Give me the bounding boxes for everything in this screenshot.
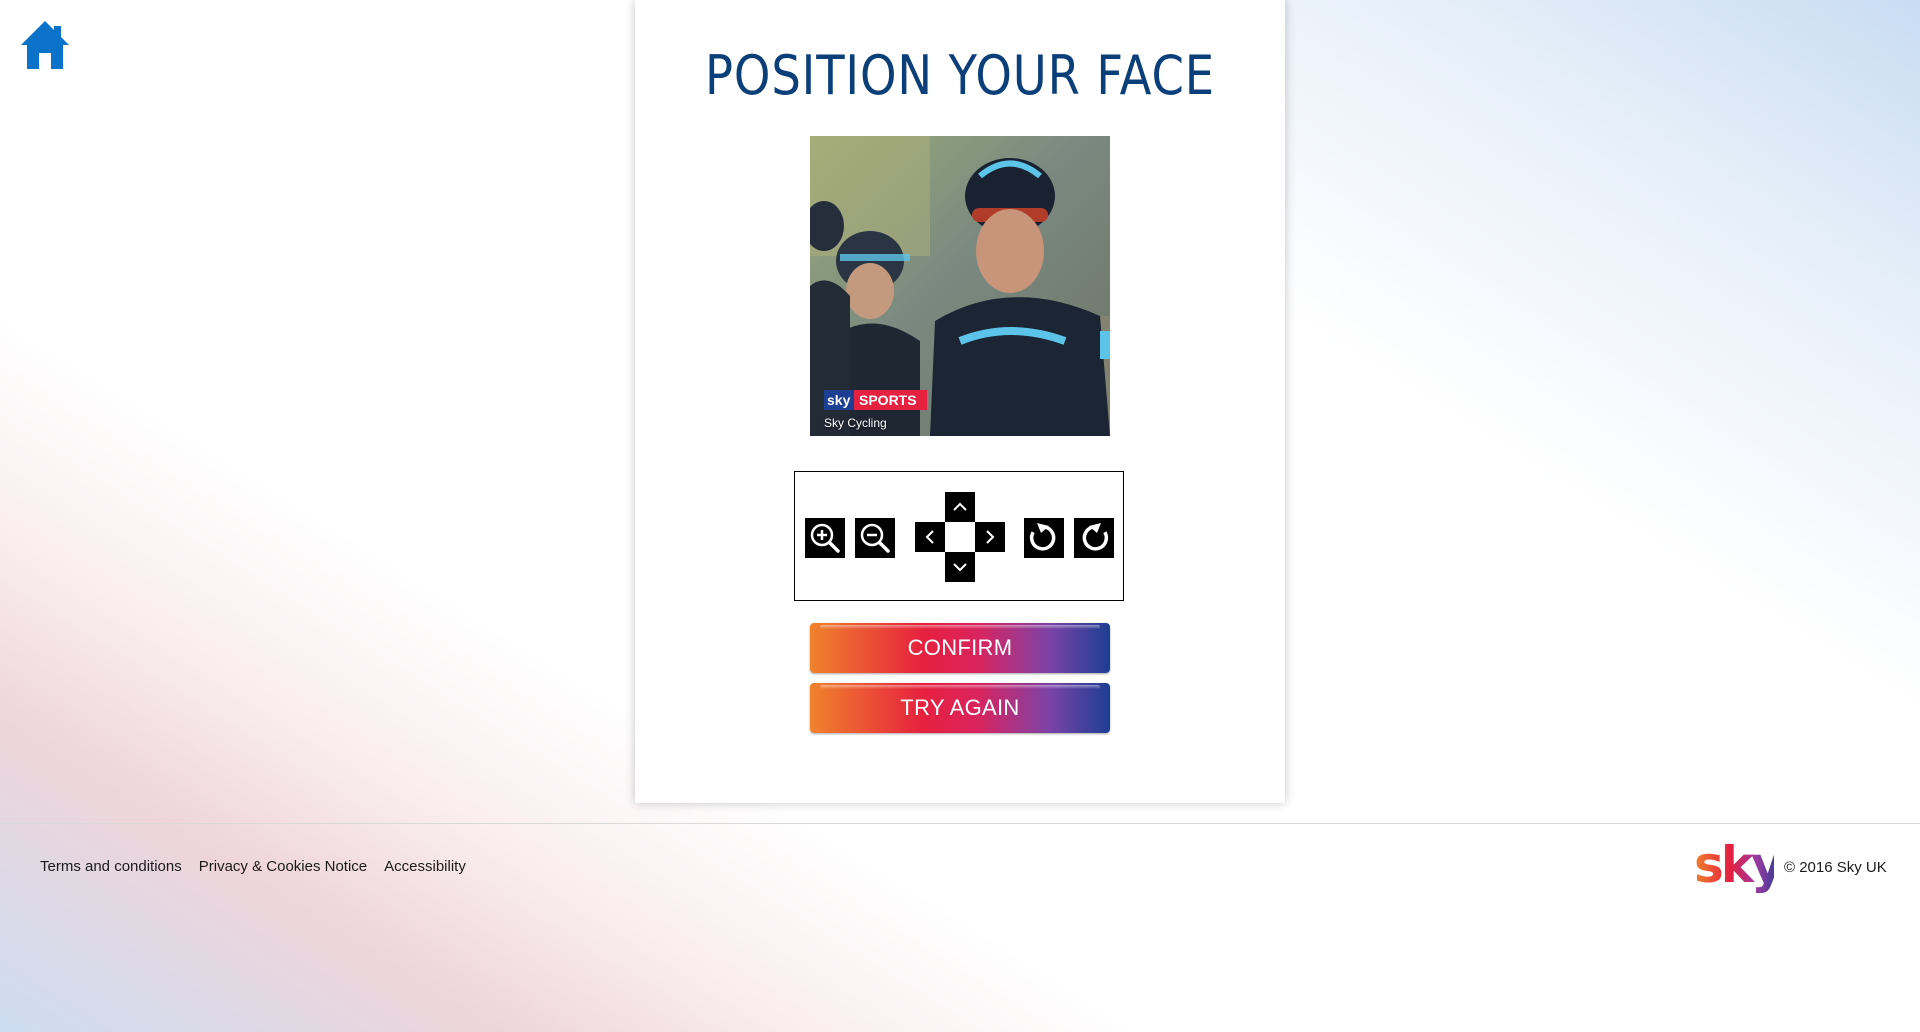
accessibility-link[interactable]: Accessibility [384, 858, 466, 875]
zoom-out-button[interactable] [855, 518, 895, 558]
confirm-button-label: CONFIRM [907, 635, 1013, 660]
chevron-up-icon [953, 502, 967, 511]
footer-divider [0, 823, 1920, 824]
move-up-button[interactable] [945, 492, 975, 522]
sky-logo: sky [1694, 842, 1774, 894]
chevron-right-icon [986, 530, 995, 544]
try-again-button[interactable]: TRY AGAIN [810, 683, 1110, 733]
svg-text:sky: sky [827, 392, 851, 408]
zoom-in-button[interactable] [805, 518, 845, 558]
rotate-right-icon [1082, 523, 1109, 551]
zoom-out-icon [860, 523, 890, 553]
home-button[interactable] [20, 20, 70, 70]
watermark-caption: Sky Cycling [824, 416, 887, 430]
chevron-down-icon [953, 563, 967, 572]
terms-link[interactable]: Terms and conditions [40, 858, 182, 875]
home-icon [21, 21, 69, 69]
rotate-right-button[interactable] [1074, 518, 1114, 558]
svg-text:SPORTS: SPORTS [859, 392, 917, 408]
confirm-button[interactable]: CONFIRM [810, 623, 1110, 673]
rotate-left-icon [1029, 523, 1056, 551]
copyright-text: © 2016 Sky UK [1784, 859, 1887, 876]
move-right-button[interactable] [975, 522, 1005, 552]
privacy-link[interactable]: Privacy & Cookies Notice [199, 858, 367, 875]
face-position-panel: POSITION YOUR FACE sky SPORTS Sky Cyclin… [635, 0, 1285, 803]
sky-sports-logo: sky SPORTS [824, 390, 927, 410]
image-controls [794, 471, 1124, 601]
footer-links: Terms and conditions Privacy & Cookies No… [40, 858, 483, 875]
move-left-button[interactable] [915, 522, 945, 552]
page-title: POSITION YOUR FACE [705, 44, 1215, 107]
try-again-button-label: TRY AGAIN [900, 695, 1020, 720]
zoom-in-icon [810, 523, 840, 553]
rotate-left-button[interactable] [1024, 518, 1064, 558]
face-photo[interactable]: sky SPORTS Sky Cycling [810, 136, 1110, 436]
move-down-button[interactable] [945, 552, 975, 582]
chevron-left-icon [925, 530, 934, 544]
svg-text:sky: sky [1694, 842, 1774, 894]
